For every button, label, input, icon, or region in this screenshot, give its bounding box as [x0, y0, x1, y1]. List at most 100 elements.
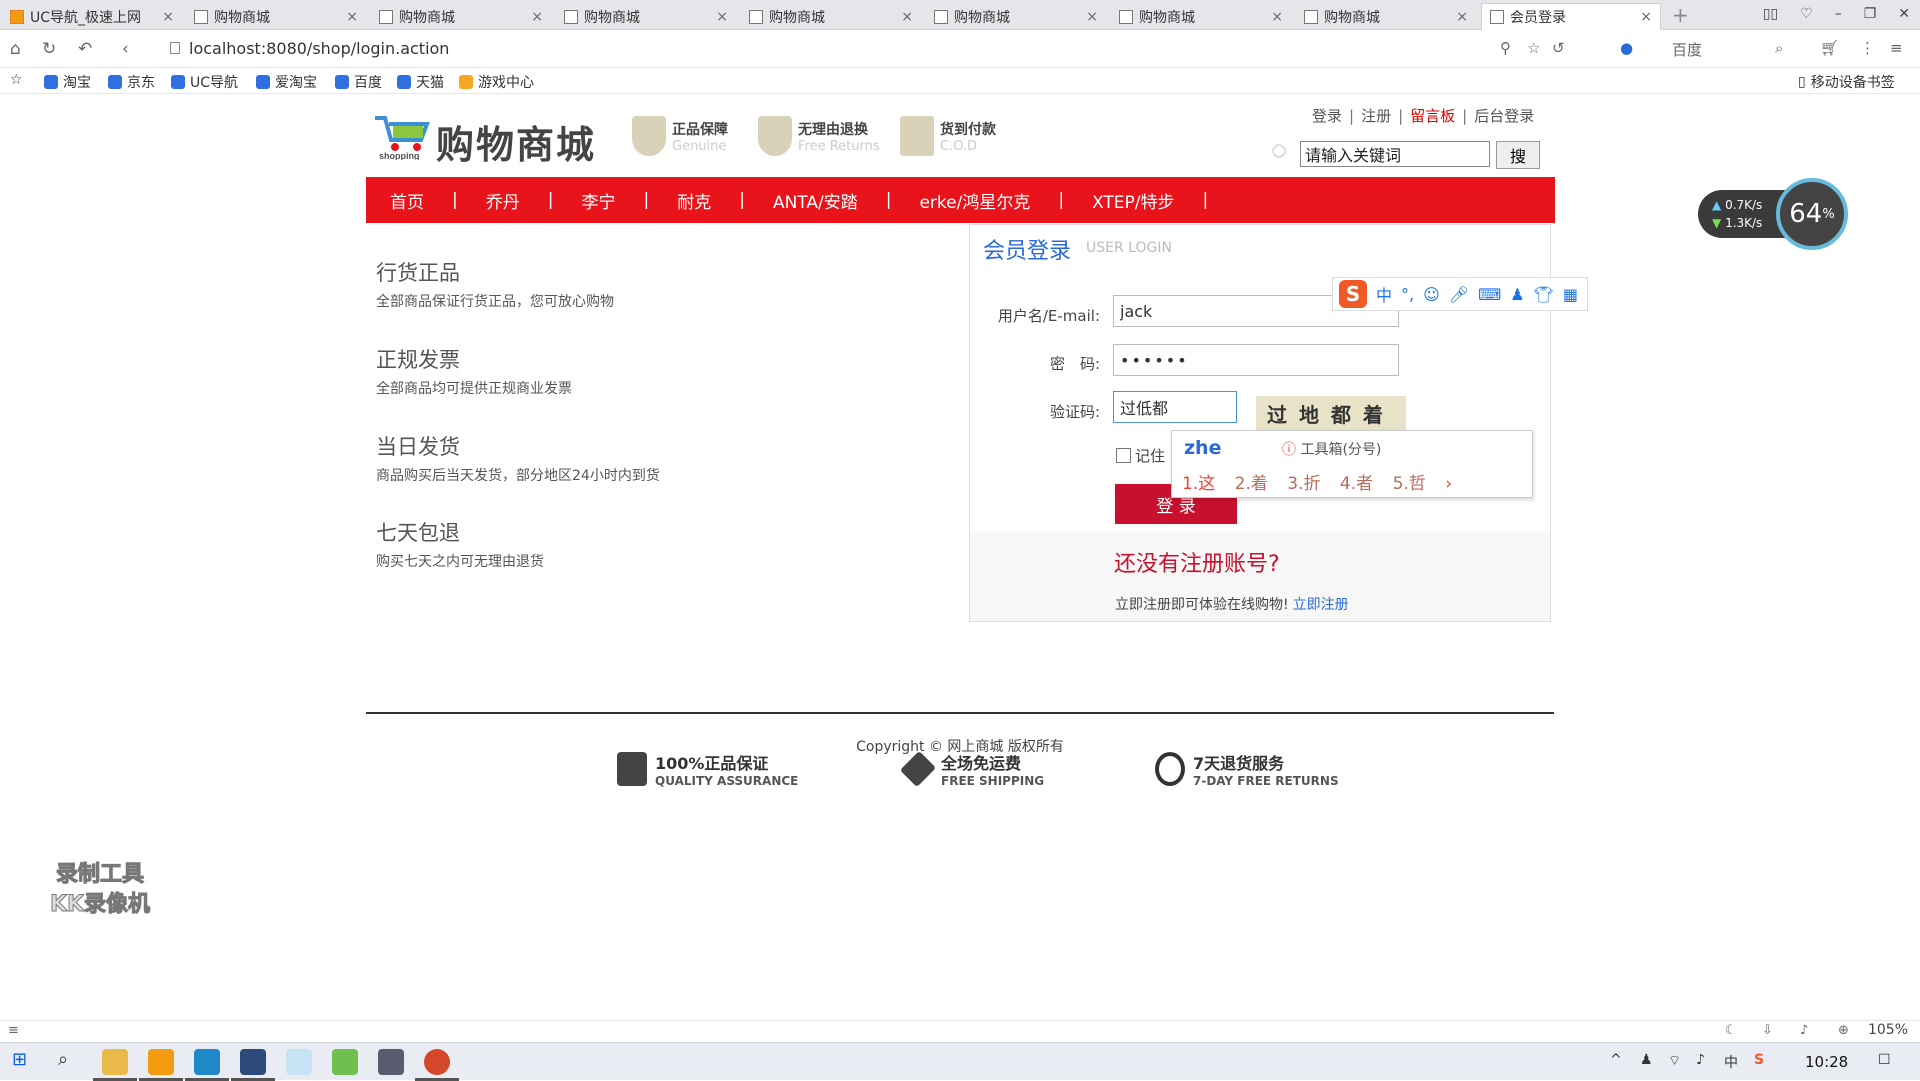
star-icon[interactable]: ☆ — [1527, 39, 1540, 57]
new-tab-button[interactable]: + — [1672, 3, 1689, 27]
close-icon[interactable]: × — [1640, 9, 1652, 25]
user-icon[interactable]: ♟ — [1510, 285, 1524, 304]
home-icon[interactable]: ⌂ — [10, 39, 21, 59]
star-icon[interactable]: ☆ — [10, 72, 23, 88]
back-icon[interactable]: ‹ — [122, 39, 129, 59]
night-mode-icon[interactable]: ☾ — [1725, 1023, 1737, 1038]
login-link[interactable]: 登录 — [1312, 107, 1342, 125]
ime-candidate[interactable]: 2.着 — [1235, 474, 1268, 494]
ime-mode-toggle[interactable]: 中 — [1376, 282, 1392, 306]
app-icon[interactable] — [332, 1049, 358, 1075]
next-page-icon[interactable]: › — [1445, 474, 1452, 494]
register-link[interactable]: 注册 — [1361, 107, 1391, 125]
punctuation-icon[interactable]: °, — [1401, 285, 1414, 304]
emoji-icon[interactable]: ☺ — [1423, 285, 1440, 304]
search-icon[interactable]: ⌕ — [58, 1049, 68, 1070]
site-search-input[interactable] — [1300, 141, 1490, 167]
bookmark-item[interactable]: 百度 — [335, 72, 382, 92]
zoom-level[interactable]: 105% — [1868, 1022, 1908, 1038]
refresh-page-icon[interactable]: ↺ — [1552, 39, 1565, 57]
restore-tabs-icon[interactable]: ▯▯ — [1763, 6, 1778, 22]
browser-tab[interactable]: 购物商城 × — [371, 3, 551, 30]
search-engine-icon[interactable]: ● — [1620, 39, 1633, 57]
nav-item-lining[interactable]: 李宁 — [581, 188, 615, 213]
remember-checkbox[interactable] — [1116, 448, 1131, 463]
url-input[interactable]: localhost:8080/shop/login.action — [189, 39, 449, 58]
close-icon[interactable]: × — [1456, 9, 1468, 25]
shopping-cart-logo-icon[interactable]: shopping — [373, 112, 431, 160]
zoom-icon[interactable]: ⊕ — [1838, 1023, 1849, 1038]
browser-tab[interactable]: 购物商城 × — [556, 3, 736, 30]
browser-tab[interactable]: 购物商城 × — [1111, 3, 1291, 30]
bookmark-item[interactable]: 爱淘宝 — [256, 72, 317, 92]
close-icon[interactable]: × — [1271, 9, 1283, 25]
app-icon[interactable] — [378, 1049, 404, 1075]
wifi-icon[interactable]: ⌔ — [1668, 1052, 1681, 1070]
search-engine-name[interactable]: 百度 — [1672, 39, 1702, 60]
uc-browser-icon[interactable] — [148, 1049, 174, 1075]
browser-tab[interactable]: UC导航_极速上网 × — [2, 3, 182, 30]
browser-tab[interactable]: 购物商城 × — [926, 3, 1106, 30]
bookmark-item[interactable]: UC导航 — [171, 72, 238, 92]
grid-menu-icon[interactable]: ▦ — [1563, 285, 1578, 304]
close-icon[interactable]: × — [162, 9, 174, 25]
nav-item-anta[interactable]: ANTA/安踏 — [773, 188, 858, 213]
close-window-button[interactable]: ✕ — [1898, 6, 1910, 22]
sidebar-toggle-icon[interactable]: ≡ — [8, 1023, 19, 1038]
bookmark-item[interactable]: 京东 — [108, 72, 155, 92]
microphone-icon[interactable]: 🎤︎ — [1449, 285, 1469, 304]
nav-item-home[interactable]: 首页 — [390, 188, 424, 213]
ime-candidate[interactable]: 4.者 — [1340, 474, 1373, 494]
ime-candidate[interactable]: 1.这 — [1182, 474, 1215, 494]
more-icon[interactable]: ⋮ — [1860, 39, 1875, 57]
minimize-button[interactable]: – — [1835, 6, 1842, 22]
bookmark-item[interactable]: 天猫 — [397, 72, 444, 92]
captcha-input[interactable] — [1113, 391, 1237, 423]
nav-item-jordan[interactable]: 乔丹 — [486, 188, 520, 213]
browser-tab-active[interactable]: 会员登录 × — [1481, 3, 1661, 30]
close-icon[interactable]: × — [901, 9, 913, 25]
qq-icon[interactable]: ♟ — [1640, 1052, 1653, 1068]
skin-icon[interactable]: ♡ — [1800, 6, 1813, 22]
password-input[interactable] — [1113, 344, 1399, 376]
keyboard-icon[interactable]: ⌨ — [1478, 285, 1501, 304]
register-now-link[interactable]: 立即注册 — [1293, 597, 1349, 613]
clock[interactable]: 10:28 — [1805, 1053, 1848, 1071]
admin-login-link[interactable]: 后台登录 — [1474, 107, 1534, 125]
guestbook-link[interactable]: 留言板 — [1410, 107, 1455, 125]
ime-candidate[interactable]: 3.折 — [1287, 474, 1320, 494]
remember-me[interactable]: 记住 — [1116, 445, 1165, 466]
chevron-up-icon[interactable]: ^ — [1610, 1052, 1622, 1068]
browser-tab[interactable]: 购物商城 × — [186, 3, 366, 30]
reload-icon[interactable]: ↻ — [42, 39, 56, 59]
ime-tray-icon[interactable]: 中 — [1724, 1052, 1738, 1072]
close-icon[interactable]: × — [716, 9, 728, 25]
app-icon[interactable] — [194, 1049, 220, 1075]
download-icon[interactable]: ⇩ — [1762, 1023, 1773, 1038]
browser-tab[interactable]: 购物商城 × — [1296, 3, 1476, 30]
sogou-logo-icon[interactable]: S — [1339, 280, 1367, 308]
sogou-tray-icon[interactable]: S — [1754, 1052, 1764, 1068]
close-icon[interactable]: × — [531, 9, 543, 25]
nav-item-nike[interactable]: 耐克 — [677, 188, 711, 213]
nav-item-erke[interactable]: erke/鸿星尔克 — [919, 188, 1030, 213]
undo-icon[interactable]: ↶ — [78, 39, 92, 59]
site-search-button[interactable]: 搜 — [1496, 141, 1540, 169]
search-icon[interactable]: ⌕ — [1775, 39, 1783, 57]
file-explorer-icon[interactable] — [102, 1049, 128, 1075]
captcha-image[interactable]: 过地都着 — [1256, 396, 1406, 430]
site-logo-text[interactable]: 购物商城 — [436, 114, 596, 169]
browser-tab[interactable]: 购物商城 × — [741, 3, 921, 30]
ide-icon[interactable] — [240, 1049, 266, 1075]
bookmark-item[interactable]: 游戏中心 — [459, 72, 534, 92]
skin-icon[interactable]: 👕︎ — [1534, 285, 1554, 304]
menu-icon[interactable]: ≡ — [1890, 39, 1903, 57]
close-icon[interactable]: × — [1086, 9, 1098, 25]
nav-item-xtep[interactable]: XTEP/特步 — [1092, 188, 1174, 213]
pin-icon[interactable]: ⚲ — [1500, 39, 1511, 57]
ime-toolbox[interactable]: ⓘ 工具箱(分号) — [1282, 439, 1381, 459]
page-info-icon[interactable] — [170, 42, 180, 54]
close-icon[interactable]: × — [346, 9, 358, 25]
mobile-bookmarks[interactable]: ▯ 移动设备书签 — [1798, 72, 1895, 92]
maximize-button[interactable]: ❐ — [1864, 6, 1877, 22]
